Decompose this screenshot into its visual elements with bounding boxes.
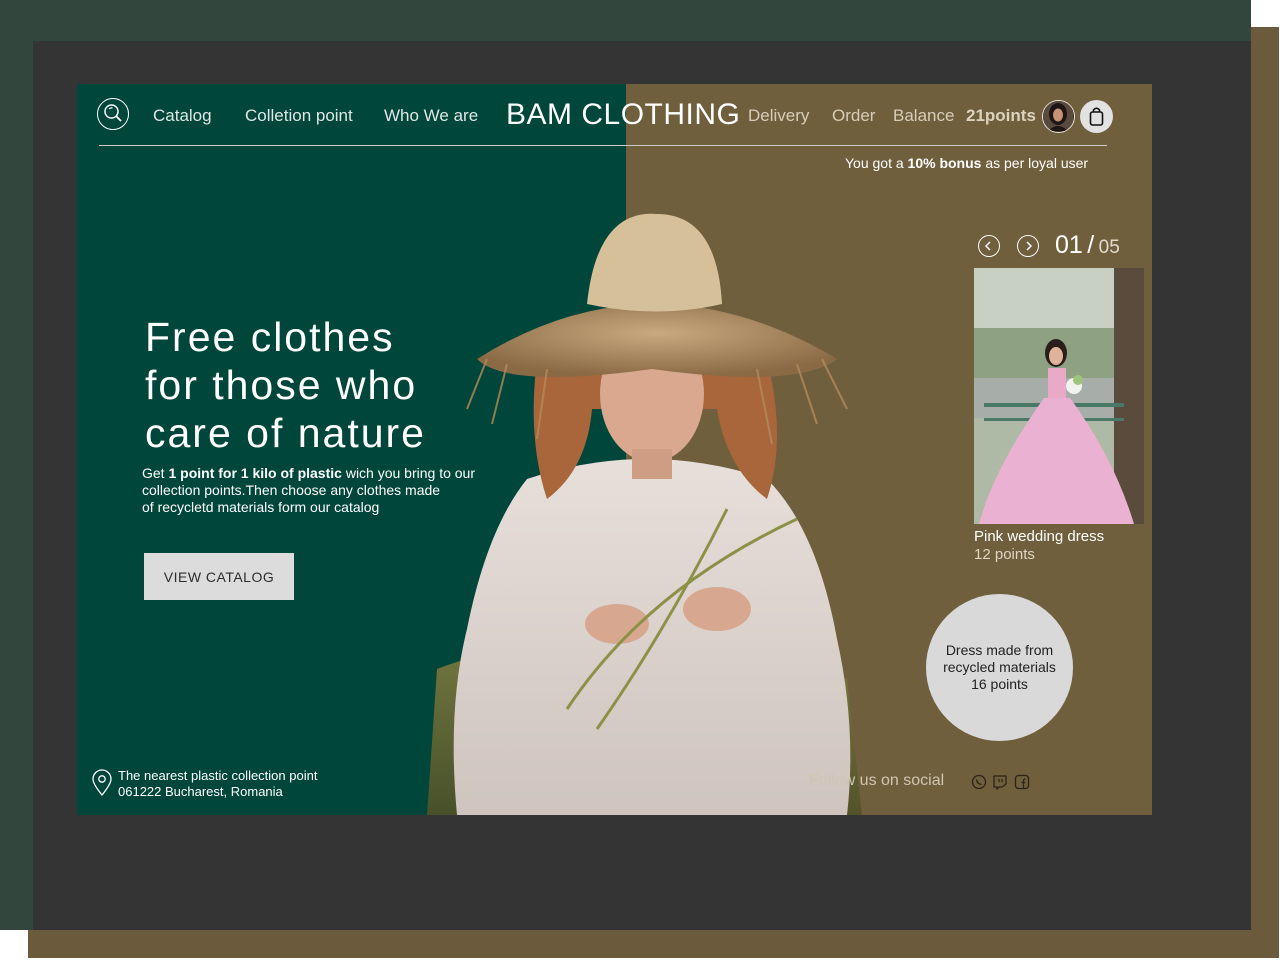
chevron-right-icon bbox=[1026, 241, 1033, 251]
nav-collection-point-link[interactable]: Colletion point bbox=[245, 106, 353, 126]
pink-dress-photo bbox=[974, 268, 1144, 524]
nav-divider bbox=[99, 145, 1107, 146]
follow-us-label: Follow us on social bbox=[809, 772, 945, 789]
headline-line: care of nature bbox=[145, 410, 426, 456]
collection-point-info[interactable]: The nearest plastic collection point 061… bbox=[118, 768, 317, 800]
hero-headline: Free clothes for those who care of natur… bbox=[145, 313, 505, 457]
nav-balance-link[interactable]: Balance bbox=[893, 106, 954, 126]
carousel-prev-button[interactable] bbox=[978, 235, 1000, 257]
hero-description: Get 1 point for 1 kilo of plastic wich y… bbox=[142, 465, 476, 515]
nav-catalog-link[interactable]: Catalog bbox=[153, 106, 212, 126]
hero-section: Catalog Colletion point Who We are BAM C… bbox=[77, 84, 1152, 815]
nav-who-we-are-link[interactable]: Who We are bbox=[384, 106, 478, 126]
user-avatar[interactable] bbox=[1042, 100, 1075, 133]
product-card-title[interactable]: Pink wedding dress bbox=[974, 528, 1104, 545]
brand-logo[interactable]: BAM CLOTHING bbox=[506, 98, 740, 132]
whatsapp-icon[interactable] bbox=[971, 774, 987, 790]
twitch-icon[interactable] bbox=[992, 774, 1008, 790]
headline-line: Free clothes bbox=[145, 314, 395, 360]
carousel-next-button[interactable] bbox=[1017, 235, 1039, 257]
search-button[interactable] bbox=[97, 98, 129, 130]
shopping-bag-icon bbox=[1089, 107, 1104, 126]
recycled-dress-bubble[interactable]: Dress made from recycled materials 16 po… bbox=[926, 594, 1073, 741]
product-card-image[interactable] bbox=[974, 268, 1144, 524]
loyalty-bonus-text: You got a 10% bonus as per loyal user bbox=[845, 155, 1089, 171]
nav-delivery-link[interactable]: Delivery bbox=[748, 106, 809, 126]
chevron-left-icon bbox=[984, 241, 991, 251]
carousel-counter: 01 / 05 bbox=[1055, 231, 1120, 259]
shopping-bag-button[interactable] bbox=[1080, 100, 1113, 133]
search-icon bbox=[104, 104, 122, 122]
facebook-icon[interactable] bbox=[1014, 774, 1030, 790]
points-balance: 21points bbox=[966, 106, 1036, 125]
view-catalog-button[interactable]: VIEW CATALOG bbox=[144, 553, 294, 600]
headline-line: for those who bbox=[145, 362, 418, 408]
nav-order-link[interactable]: Order bbox=[832, 106, 875, 126]
avatar-image bbox=[1043, 101, 1073, 131]
location-pin-icon bbox=[92, 769, 112, 797]
product-card-points: 12 points bbox=[974, 546, 1035, 563]
